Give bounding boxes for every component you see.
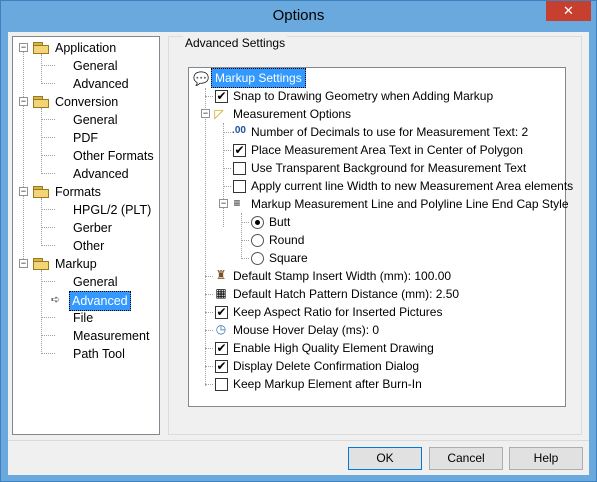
line-width-checkbox[interactable]	[233, 180, 246, 193]
folder-icon	[33, 41, 49, 54]
markup-balloon-icon: 💬	[193, 71, 210, 86]
folder-icon	[33, 257, 49, 270]
category-tree: − Application General Advanced − Convers…	[12, 36, 160, 435]
expand-formats-toggle[interactable]: −	[19, 187, 28, 196]
expand-application-toggle[interactable]: −	[19, 43, 28, 52]
expand-conversion-toggle[interactable]: −	[19, 97, 28, 106]
expand-endcap-toggle[interactable]: −	[219, 199, 228, 208]
decimals-icon: .00	[232, 125, 246, 136]
options-window: Options ✕ − Application General Advanced…	[0, 0, 597, 482]
settings-tree: 💬 Markup Settings ✔ Snap to Drawing Geom…	[188, 67, 573, 407]
folder-icon	[33, 185, 49, 198]
close-button[interactable]: ✕	[546, 1, 591, 21]
hatch-grid-icon: ▦	[215, 286, 227, 300]
endcap-square-radio[interactable]	[251, 252, 264, 265]
title-bar[interactable]: Options ✕	[1, 1, 596, 32]
line-style-icon: ≡	[233, 196, 241, 210]
ok-button[interactable]: OK	[348, 447, 422, 470]
expand-measurement-toggle[interactable]: −	[201, 109, 210, 118]
button-bar-separator	[8, 440, 589, 441]
window-title: Options	[272, 7, 325, 24]
area-center-checkbox[interactable]: ✔	[233, 144, 246, 157]
ruler-triangle-icon: ◸	[214, 107, 224, 121]
delete-confirm-checkbox[interactable]: ✔	[215, 360, 228, 373]
burn-in-checkbox[interactable]	[215, 378, 228, 391]
advanced-settings-group: Advanced Settings 💬 Markup Settings ✔ Sn…	[168, 36, 582, 435]
stamp-icon: ♜	[215, 268, 227, 282]
expand-markup-toggle[interactable]: −	[19, 259, 28, 268]
selected-arrow-icon: ➪	[51, 294, 61, 306]
help-button[interactable]: Help	[509, 447, 583, 470]
cancel-button[interactable]: Cancel	[429, 447, 503, 470]
snap-geometry-checkbox[interactable]: ✔	[215, 90, 228, 103]
folder-icon	[33, 95, 49, 108]
clock-icon: ◷	[215, 322, 227, 336]
endcap-round-radio[interactable]	[251, 234, 264, 247]
aspect-ratio-checkbox[interactable]: ✔	[215, 306, 228, 319]
group-title: Advanced Settings	[183, 36, 288, 50]
transparent-bg-checkbox[interactable]	[233, 162, 246, 175]
endcap-butt-radio[interactable]	[251, 216, 264, 229]
high-quality-checkbox[interactable]: ✔	[215, 342, 228, 355]
dialog-client: − Application General Advanced − Convers…	[8, 32, 589, 475]
